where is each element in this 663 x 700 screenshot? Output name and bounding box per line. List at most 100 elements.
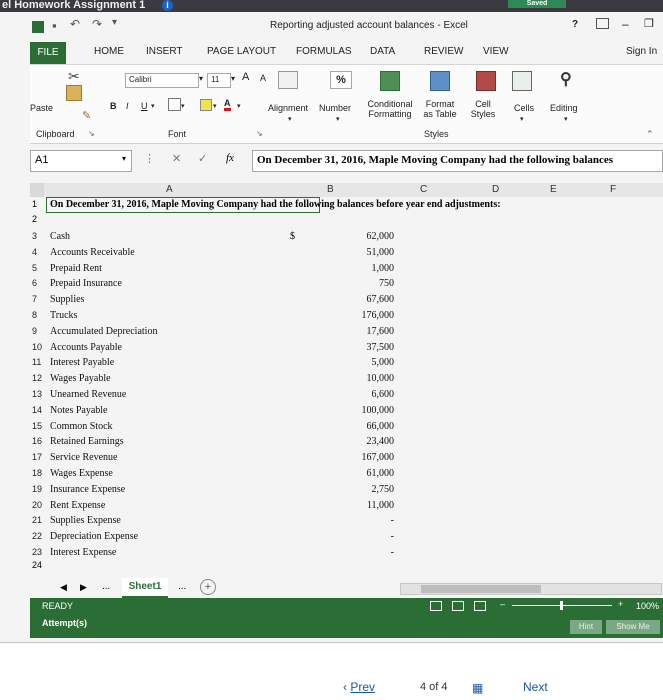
paste-icon[interactable] [66, 85, 82, 101]
number-dropdown-icon[interactable]: ▾ [336, 115, 340, 123]
tab-file[interactable]: FILE [30, 42, 66, 64]
next-link[interactable]: Next [523, 680, 548, 694]
page-layout-view-icon[interactable] [452, 601, 464, 611]
tab-data[interactable]: DATA [370, 46, 395, 57]
account-label[interactable]: Supplies [50, 292, 84, 307]
redo-icon[interactable]: ↷ [92, 17, 102, 31]
tab-home[interactable]: HOME [94, 46, 124, 57]
tab-review[interactable]: REVIEW [424, 46, 463, 57]
insert-function-button[interactable]: fx [226, 152, 234, 164]
normal-view-icon[interactable] [430, 601, 442, 611]
zoom-in-icon[interactable]: + [618, 599, 623, 609]
ribbon-display-icon[interactable] [596, 18, 609, 29]
column-header-a[interactable]: A [166, 184, 173, 195]
fill-color-dropdown-icon[interactable]: ▾ [213, 102, 217, 110]
underline-dropdown-icon[interactable]: ▾ [151, 102, 155, 110]
balance-value[interactable]: 17,600 [316, 324, 395, 339]
borders-dropdown-icon[interactable]: ▾ [181, 102, 185, 110]
select-all-corner[interactable] [30, 183, 44, 197]
account-label[interactable]: Trucks [50, 308, 77, 323]
account-label[interactable]: Insurance Expense [50, 482, 125, 497]
formula-bar-menu-icon[interactable]: ⋮ [144, 152, 155, 165]
editing-button[interactable]: Editing [550, 103, 578, 113]
cell-styles-icon[interactable] [476, 71, 496, 91]
alignment-icon[interactable] [278, 71, 298, 89]
show-me-button[interactable]: Show Me [606, 620, 660, 634]
account-label[interactable]: Unearned Revenue [50, 387, 126, 402]
confirm-entry-icon[interactable]: ✓ [198, 152, 207, 165]
account-label[interactable]: Wages Expense [50, 466, 113, 481]
format-as-table-icon[interactable] [430, 71, 450, 91]
column-header-b[interactable]: B [327, 184, 334, 195]
column-header-d[interactable]: D [492, 184, 499, 195]
zoom-slider-thumb[interactable] [560, 601, 563, 610]
font-size-dropdown-icon[interactable]: ▾ [231, 74, 235, 83]
balance-value[interactable]: 23,400 [316, 434, 395, 449]
scroll-left-icon[interactable]: ◀ [60, 582, 67, 593]
formula-input[interactable]: On December 31, 2016, Maple Moving Compa… [252, 150, 663, 172]
find-binoculars-icon[interactable]: ⚲ [560, 69, 572, 89]
underline-button[interactable]: U [141, 101, 148, 111]
account-label[interactable]: Retained Earnings [50, 434, 124, 449]
balance-value[interactable]: 67,600 [316, 292, 395, 307]
info-icon[interactable]: i [162, 0, 173, 11]
sheet-tab-sheet1[interactable]: Sheet1 [122, 578, 168, 598]
cells-icon[interactable] [512, 71, 532, 91]
zoom-out-icon[interactable]: – [500, 599, 505, 609]
account-label[interactable]: Depreciation Expense [50, 529, 138, 544]
font-color-dropdown-icon[interactable]: ▾ [237, 102, 241, 110]
balance-value[interactable]: 66,000 [316, 419, 395, 434]
customize-toolbar-icon[interactable]: ▾ [112, 17, 117, 28]
balance-value[interactable]: 176,000 [316, 308, 395, 323]
font-color-icon[interactable]: A [224, 98, 231, 111]
balance-value[interactable]: 100,000 [316, 403, 395, 418]
name-box[interactable]: A1 [30, 150, 132, 172]
hint-button[interactable]: Hint [570, 620, 602, 634]
minimize-icon[interactable]: – [622, 17, 629, 31]
sign-in-link[interactable]: Sign In [626, 46, 657, 57]
clipboard-launcher-icon[interactable]: ↘ [88, 129, 95, 138]
tab-formulas[interactable]: FORMULAS [296, 46, 352, 57]
shrink-font-button[interactable]: A [260, 73, 266, 83]
prev-link[interactable]: ‹ Prev [343, 680, 375, 694]
bold-button[interactable]: B [110, 101, 117, 111]
paste-button[interactable]: Paste [30, 103, 53, 113]
zoom-level[interactable]: 100% [636, 601, 659, 611]
save-icon[interactable]: ▪ [52, 18, 57, 33]
tab-insert[interactable]: INSERT [146, 46, 183, 57]
account-label[interactable]: Prepaid Rent [50, 261, 102, 276]
balance-value[interactable]: 62,000 [316, 229, 395, 244]
balance-value[interactable]: 6,600 [316, 387, 395, 402]
account-label[interactable]: Common Stock [50, 419, 113, 434]
tab-page-layout[interactable]: PAGE LAYOUT [207, 46, 276, 57]
account-label[interactable]: Accumulated Depreciation [50, 324, 157, 339]
restore-icon[interactable]: ❐ [644, 17, 654, 30]
balance-value[interactable]: - [316, 545, 394, 560]
balance-value[interactable]: 51,000 [316, 245, 395, 260]
font-launcher-icon[interactable]: ↘ [256, 129, 263, 138]
grid-menu-icon[interactable]: ▦ [472, 681, 483, 695]
column-header-e[interactable]: E [550, 184, 557, 195]
add-sheet-button[interactable]: + [200, 579, 216, 595]
cancel-entry-icon[interactable]: ✕ [172, 152, 181, 165]
cut-icon[interactable]: ✂ [68, 68, 80, 85]
help-button[interactable]: ? [572, 19, 578, 30]
editing-dropdown-icon[interactable]: ▾ [564, 115, 568, 123]
account-label[interactable]: Notes Payable [50, 403, 108, 418]
horizontal-scroll-thumb[interactable] [421, 585, 541, 593]
horizontal-scrollbar[interactable] [400, 583, 662, 595]
balance-value[interactable]: 1,000 [316, 261, 395, 276]
balance-value[interactable]: - [316, 529, 394, 544]
sheets-right-ellipsis[interactable]: ... [178, 581, 186, 592]
format-as-table-button[interactable]: Format as Table [422, 99, 458, 119]
account-label[interactable]: Interest Expense [50, 545, 116, 560]
column-header-f[interactable]: F [610, 184, 616, 195]
grow-font-button[interactable]: A [242, 71, 249, 83]
account-label[interactable]: Accounts Receivable [50, 245, 135, 260]
account-label[interactable]: Accounts Payable [50, 340, 122, 355]
column-header-c[interactable]: C [420, 184, 427, 195]
font-name-dropdown-icon[interactable]: ▾ [199, 74, 203, 83]
balance-value[interactable]: 11,000 [316, 498, 394, 513]
balance-value[interactable]: 167,000 [316, 450, 395, 465]
font-name-box[interactable]: Calibri [125, 73, 199, 88]
